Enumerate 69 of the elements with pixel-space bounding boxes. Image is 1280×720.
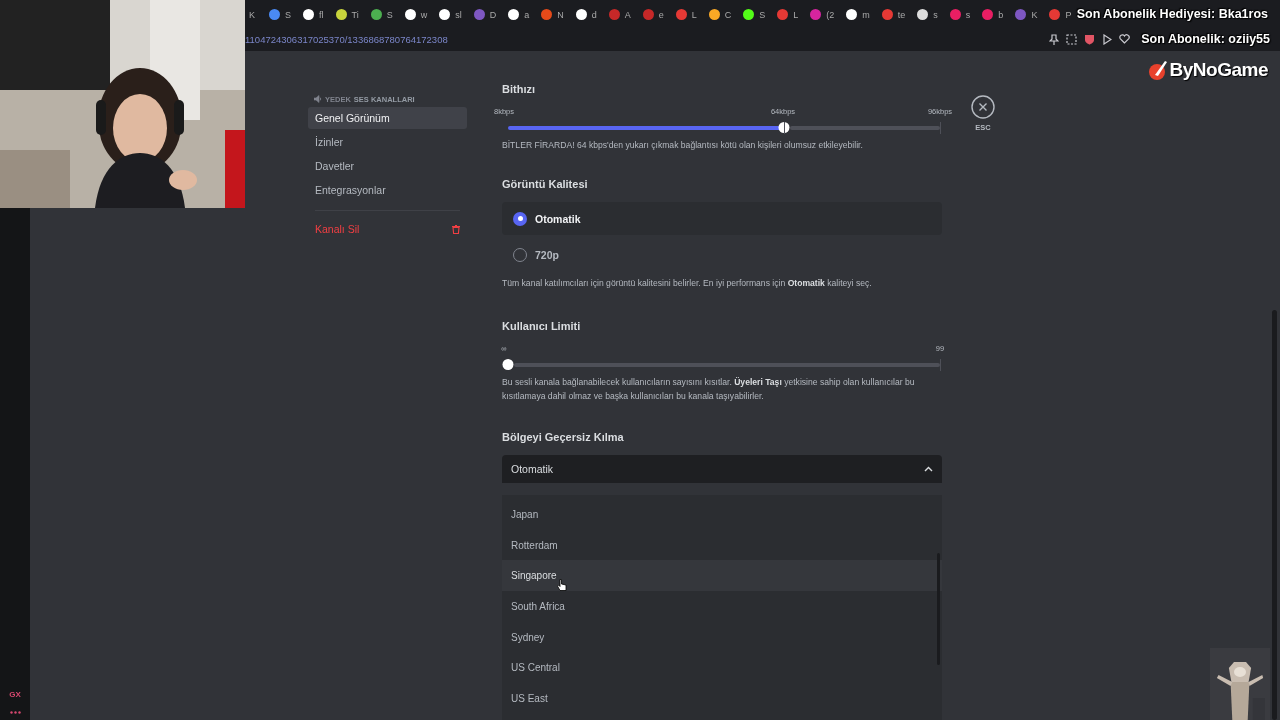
subscriber-gift-text: Son Abonelik Hediyesi: Bka1ros — [1076, 7, 1268, 21]
speaker-icon — [314, 95, 322, 103]
pen-logo-icon — [1147, 59, 1168, 81]
more-icon[interactable] — [9, 711, 21, 714]
address-url[interactable]: 1104724306317025370/1336868780764172308 — [245, 33, 448, 45]
browser-tab[interactable]: C — [708, 4, 732, 25]
browser-tab[interactable]: K — [1015, 4, 1038, 25]
browser-tab[interactable]: b — [982, 4, 1004, 25]
trash-icon[interactable] — [452, 224, 460, 234]
browser-tab[interactable]: sl — [439, 4, 462, 25]
section-title: Görüntü Kalitesi — [502, 178, 589, 192]
browser-tab[interactable]: s — [949, 4, 971, 25]
crop-icon[interactable] — [1066, 33, 1077, 45]
select-field[interactable]: Otomatik — [502, 455, 942, 483]
close-icon[interactable] — [971, 95, 995, 119]
browser-tab[interactable]: d — [575, 4, 597, 25]
dropdown-option[interactable]: US Central — [502, 652, 942, 684]
section-title: Bölgeyi Geçersiz Kılma — [502, 431, 625, 445]
sidebar-item[interactable]: Entegrasyonlar — [308, 179, 467, 201]
browser-tab[interactable]: S — [370, 4, 393, 25]
browser-tab[interactable]: e — [642, 4, 664, 25]
browser-tab[interactable]: te — [881, 4, 906, 25]
browser-tab[interactable]: (2 — [810, 4, 835, 25]
heart-icon[interactable] — [1119, 34, 1130, 44]
shield-icon[interactable] — [1084, 33, 1095, 45]
radio-option[interactable]: 720p — [502, 238, 942, 271]
page-scrollbar[interactable] — [1272, 310, 1277, 720]
dropdown-option[interactable]: Japan — [502, 499, 942, 530]
browser-tab[interactable]: w — [404, 4, 428, 25]
browser-tab[interactable]: A — [608, 4, 631, 25]
browser-tab[interactable]: fl — [303, 4, 324, 25]
radio-button[interactable] — [513, 211, 527, 226]
browser-tab[interactable]: L — [777, 4, 799, 25]
radio-option[interactable]: Otomatik — [502, 202, 942, 235]
browser-tab[interactable]: P — [1049, 4, 1072, 25]
dropdown-option[interactable]: South Africa — [502, 591, 942, 622]
section-title: Bithızı — [502, 83, 536, 97]
section-description: Bu sesli kanala bağlanabilecek kullanıcıların sayısını kısıtlar. Üyeleri Taşı yetkisine sahip olan kullanıcılar bu kısıtlamaya dahil olmaz ve başka kullanıcıları bu kanala taşıyabilirler. — [502, 376, 916, 403]
section-description: BİTLER FİRARDA! 64 kbps'den yukarı çıkmak bağlantısı kötü olan kişileri olumsuz etkileyebilir. — [502, 139, 864, 152]
sidebar-item[interactable]: Genel Görünüm — [308, 107, 467, 129]
pin-icon[interactable] — [1049, 33, 1059, 45]
browser-tab[interactable]: Ti — [335, 4, 359, 25]
pointer-cursor-icon — [557, 578, 567, 592]
dropdown-option[interactable]: Sydney — [502, 621, 942, 653]
section-description: Tüm kanal katılımcıları için görüntü kalitesini belirler. En iyi performans için Otomatik kaliteyi seç. — [502, 277, 873, 290]
dropdown-option[interactable]: US East — [502, 683, 942, 714]
latest-subscriber-text: Son Abonelik: oziiy55 — [1141, 32, 1270, 46]
browser-tab[interactable]: K — [249, 4, 255, 25]
browser-tab[interactable]: m — [846, 4, 870, 25]
browser-tab[interactable]: S — [743, 4, 766, 25]
slider-thumb[interactable] — [778, 122, 790, 133]
browser-tab[interactable]: S — [269, 4, 292, 25]
dropdown-option[interactable]: Rotterdam — [502, 529, 942, 561]
browser-tab[interactable]: D — [473, 4, 497, 25]
browser-tab[interactable]: L — [675, 4, 697, 25]
sidebar-item[interactable]: İzinler — [308, 131, 467, 153]
section-title: Kullanıcı Limiti — [502, 320, 582, 334]
sidebar-item[interactable]: Davetler — [308, 155, 467, 177]
browser-tab[interactable]: N — [541, 4, 564, 25]
sponsor-logo: ByNoGame — [1169, 59, 1268, 81]
select-value: Otomatik — [511, 463, 553, 475]
slider-thumb[interactable] — [502, 359, 514, 370]
browser-tab[interactable]: a — [508, 4, 530, 25]
play-icon[interactable] — [1102, 33, 1112, 45]
dropdown-option[interactable]: Singapore — [502, 560, 942, 592]
radio-label: Otomatik — [535, 212, 581, 225]
browser-logo[interactable]: GX — [9, 690, 21, 699]
radio-label: 720p — [535, 248, 559, 261]
browser-tab[interactable]: s — [917, 4, 938, 25]
